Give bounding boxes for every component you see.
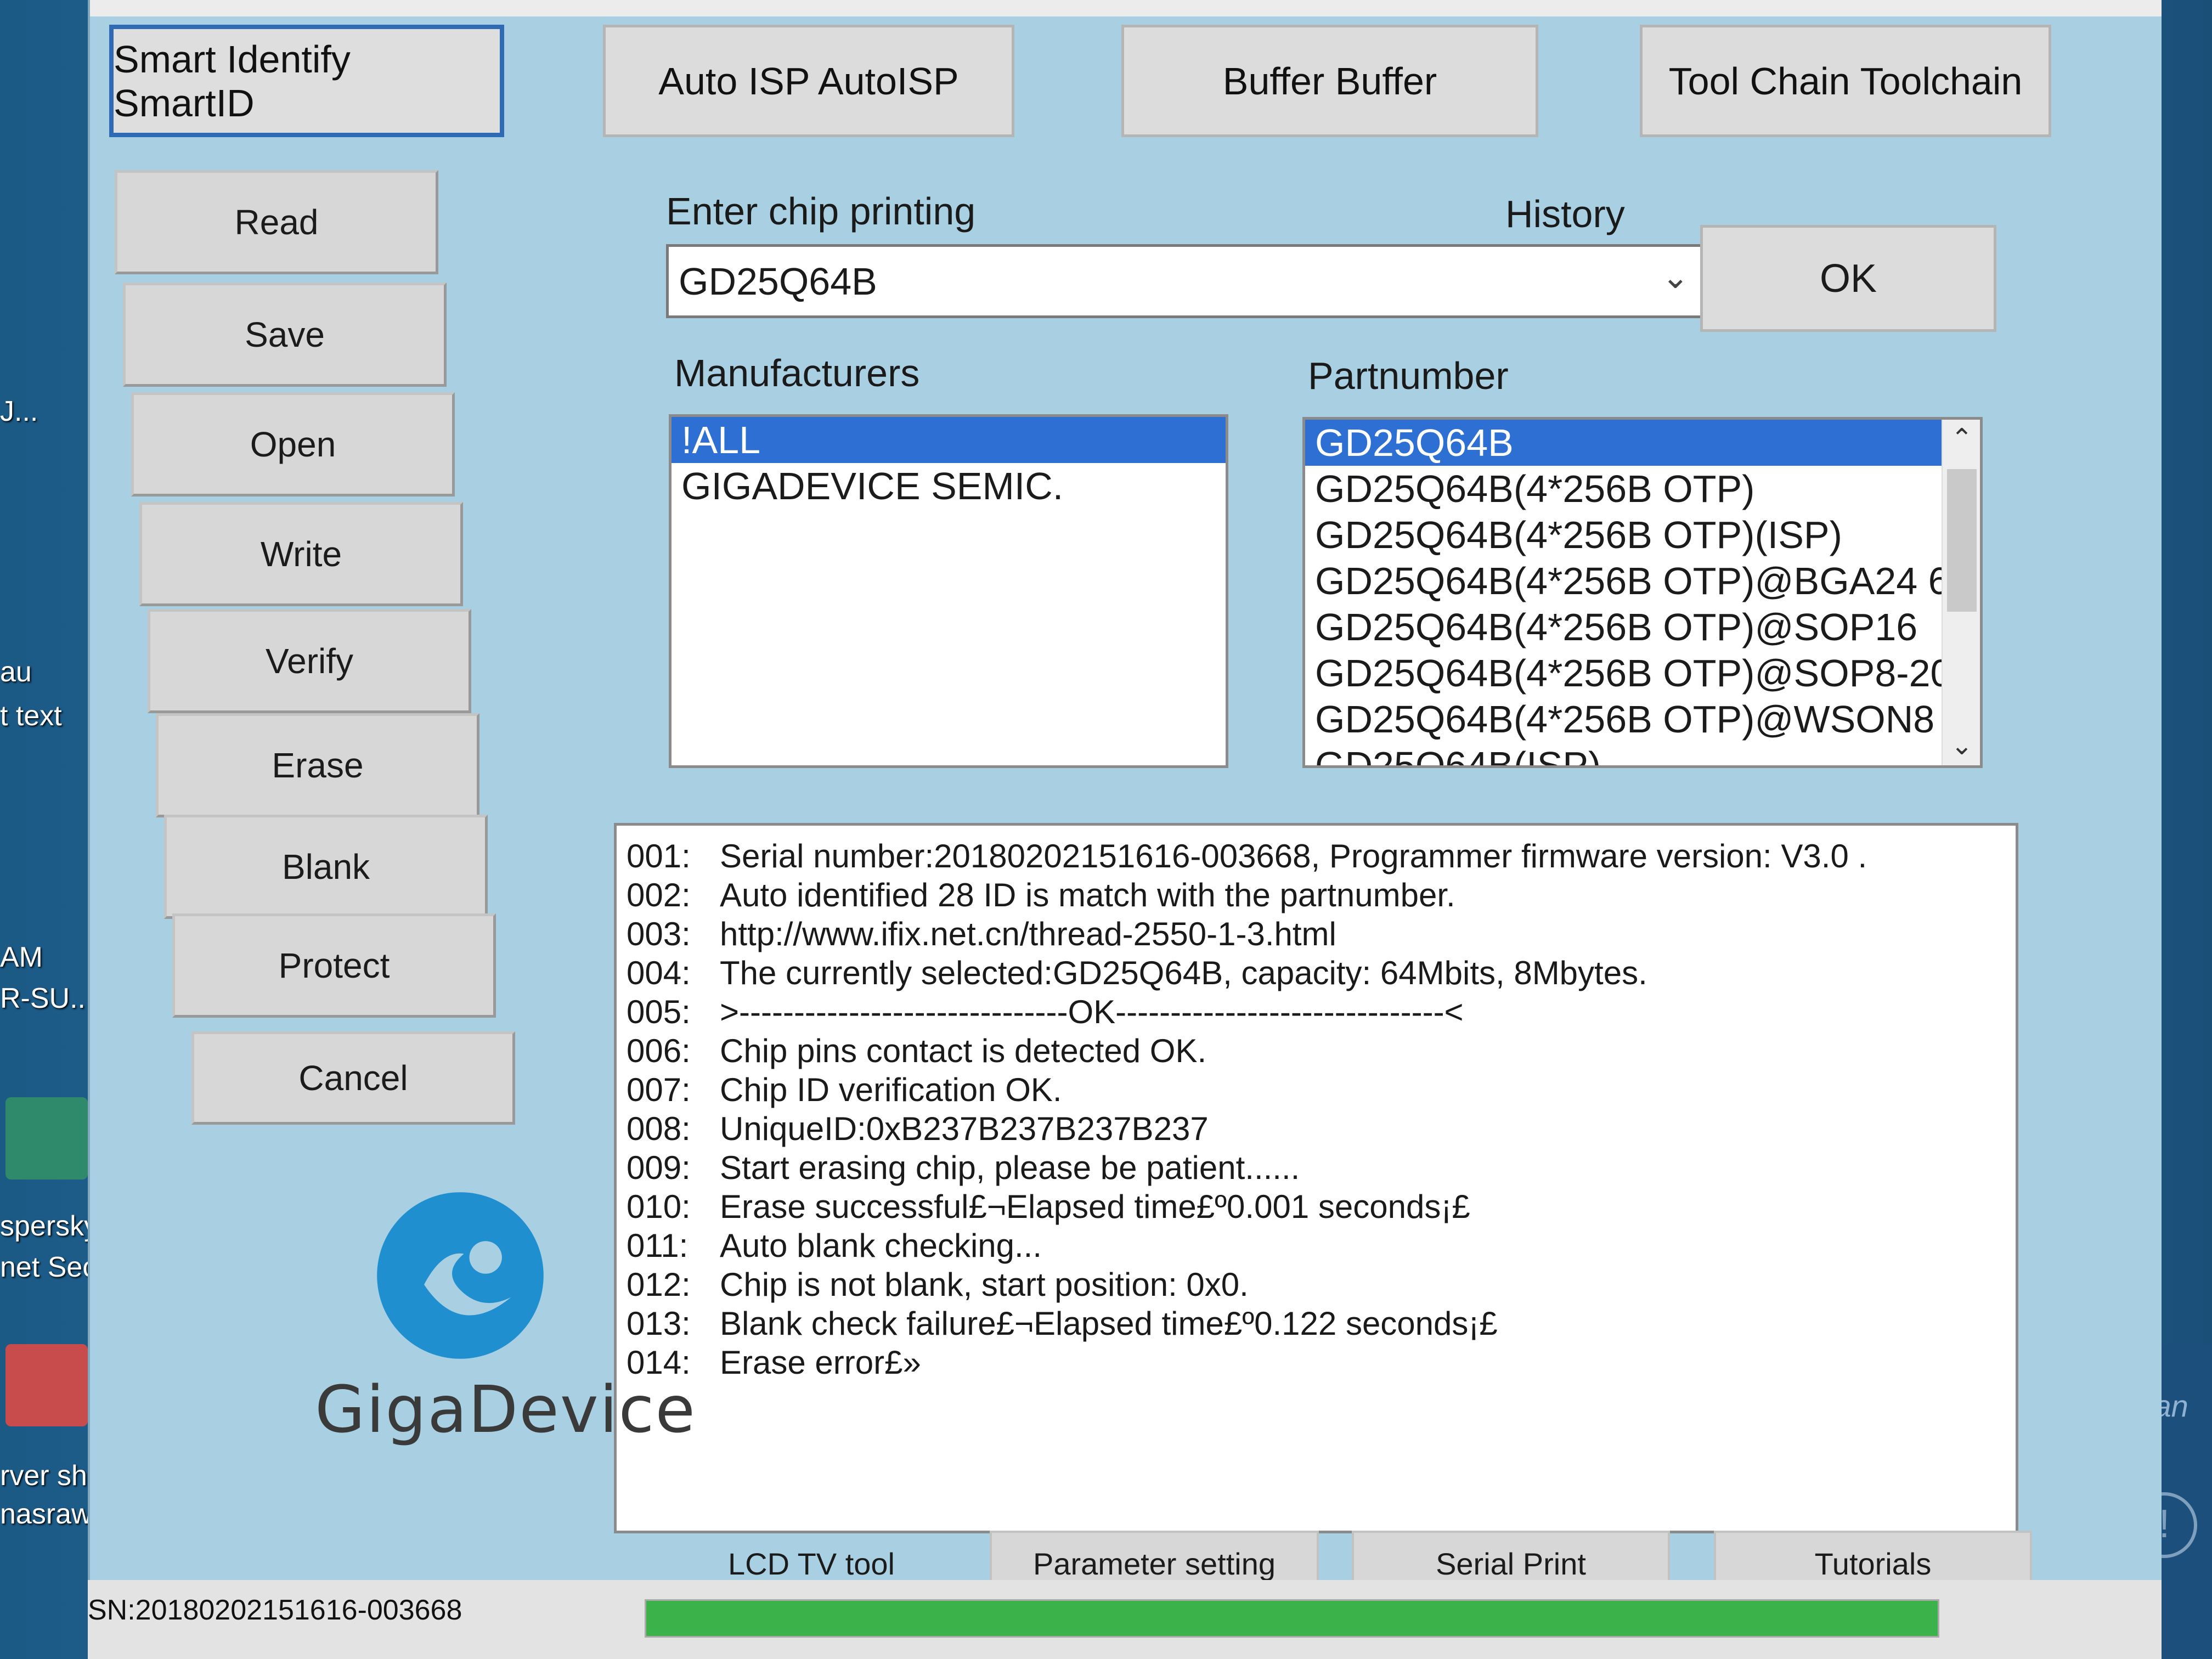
list-item[interactable]: GD25Q64B(4*256B OTP) (1305, 466, 1980, 512)
log-line: 001: Serial number:20180202151616-003668,… (627, 837, 2006, 876)
save-button[interactable]: Save (123, 283, 447, 387)
chip-printing-value: GD25Q64B (679, 259, 877, 303)
history-label: History (1505, 193, 1625, 235)
verify-button[interactable]: Verify (148, 609, 471, 713)
buffer-button[interactable]: Buffer Buffer (1121, 25, 1538, 137)
log-line-number: 001: (627, 838, 691, 874)
log-line: 012: Chip is not blank, start position: 0… (627, 1265, 2006, 1304)
list-item[interactable]: GD25Q64B(4*256B OTP)@BGA24 6X (1305, 558, 1980, 604)
log-line-text: Start erasing chip, please be patient...… (720, 1149, 1300, 1186)
desktop-label[interactable]: au (0, 656, 32, 689)
open-button[interactable]: Open (131, 392, 455, 496)
log-line: 010: Erase successful£¬Elapsed time£º0.00… (627, 1187, 2006, 1226)
log-line: 013: Blank check failure£¬Elapsed time£º0… (627, 1304, 2006, 1343)
log-line-text: Blank check failure£¬Elapsed time£º0.122… (720, 1305, 1498, 1342)
list-item[interactable]: GD25Q64B(4*256B OTP)@SOP16 (1305, 604, 1980, 650)
log-line-number: 006: (627, 1032, 691, 1069)
scrollbar-thumb[interactable] (1947, 469, 1977, 612)
log-line-number: 004: (627, 955, 691, 991)
auto-isp-button[interactable]: Auto ISP AutoISP (603, 25, 1014, 137)
desktop-app-icon[interactable] (5, 1344, 88, 1426)
log-line: 002: Auto identified 28 ID is match with … (627, 876, 2006, 915)
chevron-down-icon[interactable]: ⌄ (1662, 258, 1689, 296)
log-line-number: 011: (627, 1227, 689, 1264)
partnumber-scrollbar[interactable]: ⌃ ⌄ (1942, 420, 1980, 765)
programmer-window: Smart Identify SmartID Auto ISP AutoISP … (88, 0, 2162, 1659)
log-line: 009: Start erasing chip, please be patien… (627, 1148, 2006, 1187)
log-line: 005: >------------------------------OK---… (627, 992, 2006, 1031)
log-line-number: 010: (627, 1188, 691, 1225)
list-item[interactable]: GD25Q64B(4*256B OTP)@SOP8-200 (1305, 650, 1980, 696)
menu-bar (90, 0, 2162, 16)
chip-printing-combobox[interactable]: GD25Q64B ⌄ (666, 244, 1708, 318)
gigadevice-logo-text: GigaDevice (315, 1372, 696, 1447)
log-line: 011: Auto blank checking... (627, 1226, 2006, 1265)
log-line-text: Erase successful£¬Elapsed time£º0.001 se… (720, 1188, 1470, 1225)
log-line-text: Erase error£» (720, 1344, 921, 1381)
log-output[interactable]: 001: Serial number:20180202151616-003668,… (614, 823, 2018, 1533)
log-line-text: Auto blank checking... (720, 1227, 1042, 1264)
chevron-down-icon[interactable]: ⌄ (1943, 727, 1980, 765)
log-line-text: The currently selected:GD25Q64B, capacit… (720, 955, 1647, 991)
tool-chain-button[interactable]: Tool Chain Toolchain (1640, 25, 2051, 137)
manufacturers-label: Manufacturers (674, 352, 920, 394)
protect-button[interactable]: Protect (172, 913, 496, 1018)
log-line-number: 009: (627, 1149, 691, 1186)
list-item[interactable]: GD25Q64B(4*256B OTP)(ISP) (1305, 512, 1980, 558)
log-line-number: 007: (627, 1071, 691, 1108)
partnumber-label: Partnumber (1308, 354, 1509, 397)
blank-button[interactable]: Blank (164, 815, 488, 919)
log-line-text: Chip is not blank, start position: 0x0. (720, 1266, 1249, 1303)
read-button[interactable]: Read (115, 170, 438, 274)
log-line: 003: http://www.ifix.net.cn/thread-2550-1… (627, 915, 2006, 953)
desktop-label[interactable]: AM (0, 941, 43, 974)
cancel-button[interactable]: Cancel (191, 1031, 515, 1125)
log-line: 008: UniqueID:0xB237B237B237B237 (627, 1109, 2006, 1148)
smart-identify-button[interactable]: Smart Identify SmartID (109, 25, 504, 137)
log-line-text: Chip pins contact is detected OK. (720, 1032, 1207, 1069)
log-line: 006: Chip pins contact is detected OK. (627, 1031, 2006, 1070)
write-button[interactable]: Write (139, 502, 463, 606)
desktop-label[interactable]: R-SU... (0, 982, 93, 1015)
log-line-number: 013: (627, 1305, 691, 1342)
ok-button[interactable]: OK (1700, 225, 1996, 332)
desktop-label[interactable]: spersky (0, 1210, 98, 1243)
log-line-number: 008: (627, 1110, 691, 1147)
log-line-text: Auto identified 28 ID is match with the … (720, 877, 1455, 913)
log-line-text: UniqueID:0xB237B237B237B237 (720, 1110, 1209, 1147)
log-line: 014: Erase error£» (627, 1343, 2006, 1382)
erase-button[interactable]: Erase (156, 713, 479, 817)
list-item[interactable]: GD25Q64B (1305, 420, 1980, 466)
log-line-text: http://www.ifix.net.cn/thread-2550-1-3.h… (720, 916, 1336, 952)
desktop-label[interactable]: t text (0, 699, 62, 732)
progress-fill (646, 1601, 1938, 1636)
desktop-label[interactable]: J... (0, 395, 38, 428)
serial-number-label: SN:20180202151616-003668 (88, 1594, 462, 1626)
manufacturers-list[interactable]: !ALL GIGADEVICE SEMIC. (669, 414, 1228, 768)
progress-bar (645, 1599, 1939, 1638)
list-item[interactable]: GD25Q64B(ISP) (1305, 742, 1980, 765)
desktop-app-icon[interactable] (5, 1097, 88, 1180)
list-item[interactable]: GD25Q64B(4*256B OTP)@WSON8 (1305, 696, 1980, 742)
log-line-text: Serial number:20180202151616-003668, Pro… (720, 838, 1867, 874)
log-line-number: 005: (627, 994, 691, 1030)
gigadevice-logo-icon (377, 1192, 544, 1359)
log-line: 004: The currently selected:GD25Q64B, cap… (627, 953, 2006, 992)
log-line-number: 002: (627, 877, 691, 913)
log-line-text: Chip ID verification OK. (720, 1071, 1062, 1108)
partnumber-list[interactable]: GD25Q64B GD25Q64B(4*256B OTP) GD25Q64B(4… (1302, 417, 1983, 768)
chip-printing-label: Enter chip printing (666, 190, 976, 233)
log-line-text: >------------------------------OK-------… (720, 994, 1464, 1030)
log-line-number: 012: (627, 1266, 691, 1303)
log-line-number: 003: (627, 916, 691, 952)
log-line: 007: Chip ID verification OK. (627, 1070, 2006, 1109)
list-item[interactable]: !ALL (672, 417, 1226, 463)
chevron-up-icon[interactable]: ⌃ (1943, 420, 1980, 458)
list-item[interactable]: GIGADEVICE SEMIC. (672, 463, 1226, 509)
